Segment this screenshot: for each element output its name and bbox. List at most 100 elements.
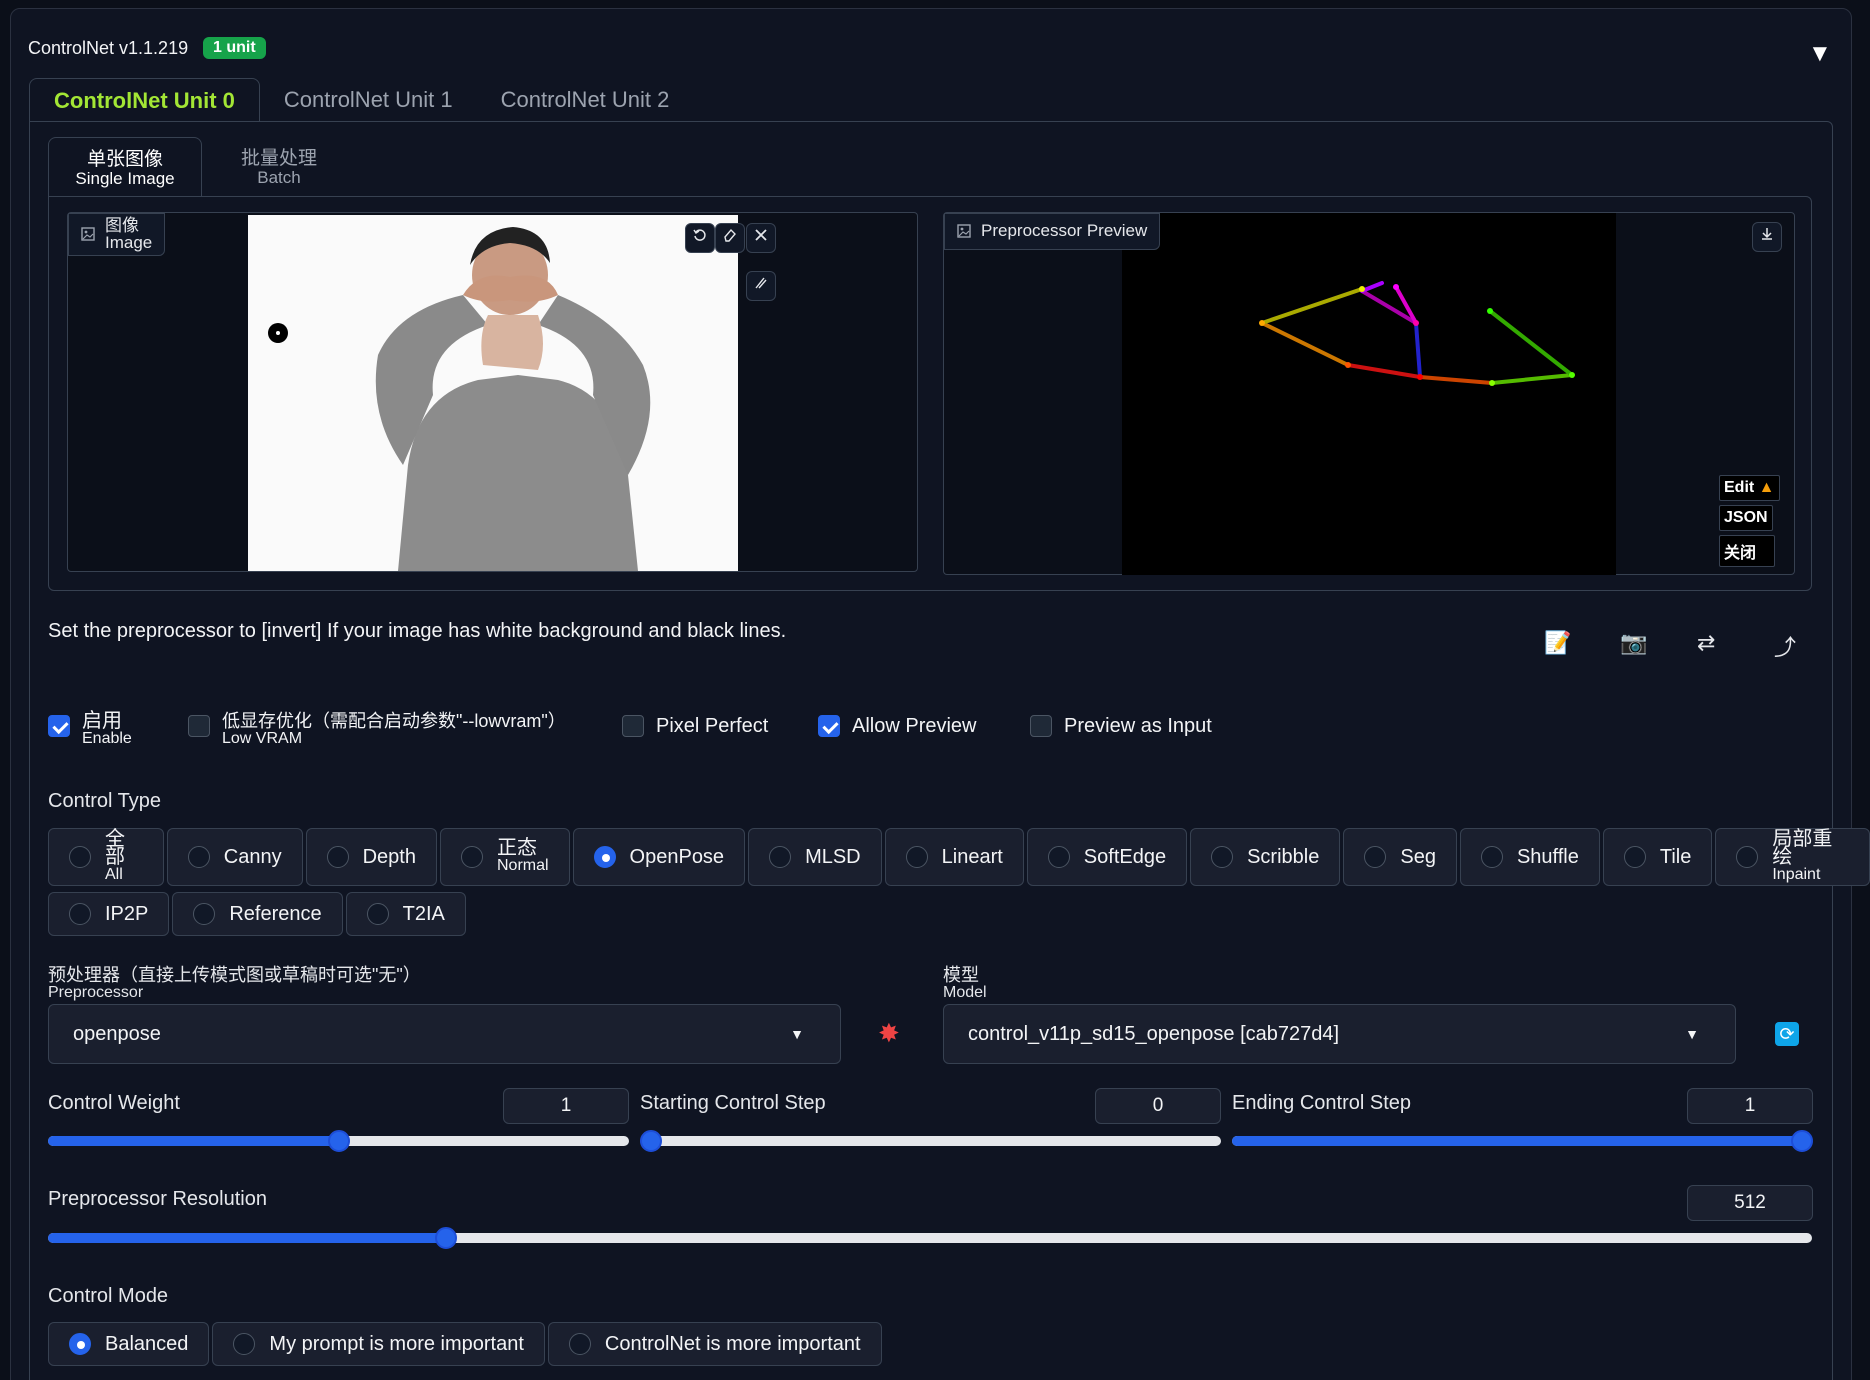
slider-thumb[interactable] bbox=[640, 1130, 662, 1152]
tab-batch[interactable]: 批量处理 Batch bbox=[202, 137, 356, 197]
radio-label: SoftEdge bbox=[1083, 845, 1167, 868]
preprocessor-resolution-slider[interactable] bbox=[48, 1227, 1812, 1249]
radio-label: My prompt is more important bbox=[269, 1332, 524, 1355]
label-zh: 预处理器（直接上传模式图或草稿时可选"无"） bbox=[48, 965, 421, 985]
control-type-tile[interactable]: Tile bbox=[1602, 828, 1713, 886]
tab-unit-0[interactable]: ControlNet Unit 0 bbox=[29, 78, 260, 122]
starting-step-input[interactable]: 0 bbox=[1095, 1088, 1221, 1124]
radio-dot bbox=[69, 903, 91, 925]
control-type-mlsd[interactable]: MLSD bbox=[748, 828, 882, 886]
control-mode-balanced[interactable]: Balanced bbox=[48, 1322, 210, 1366]
checkbox-box bbox=[818, 715, 840, 737]
tab-unit-2[interactable]: ControlNet Unit 2 bbox=[477, 78, 694, 122]
label-zh: 启用 bbox=[82, 710, 122, 732]
tab-label-en: Single Image bbox=[75, 169, 175, 188]
radio-dot bbox=[905, 846, 928, 868]
enable-checkbox[interactable]: 启用 Enable bbox=[48, 710, 132, 748]
model-label: 模型 Model bbox=[943, 966, 987, 1002]
control-type-reference[interactable]: Reference bbox=[172, 892, 343, 936]
radio-dot bbox=[366, 903, 389, 925]
rotate-icon[interactable] bbox=[685, 223, 715, 253]
edit-button[interactable]: Edit ▲ bbox=[1719, 475, 1780, 501]
control-type-softedge[interactable]: SoftEdge bbox=[1026, 828, 1188, 886]
checkbox-label: Preview as Input bbox=[1064, 715, 1212, 737]
control-weight-input[interactable]: 1 bbox=[503, 1088, 629, 1124]
refresh-models-icon[interactable]: ⟳ bbox=[1775, 1022, 1799, 1046]
control-mode-controlnet[interactable]: ControlNet is more important bbox=[547, 1322, 882, 1366]
radio-dot-selected bbox=[69, 1333, 91, 1355]
checkbox-box bbox=[1030, 715, 1052, 737]
radio-label: Lineart bbox=[941, 845, 1003, 868]
model-dropdown[interactable]: control_v11p_sd15_openpose [cab727d4] ▼ bbox=[943, 1004, 1736, 1064]
starting-step-label: Starting Control Step bbox=[640, 1092, 826, 1114]
starting-step-slider[interactable] bbox=[640, 1130, 1221, 1152]
control-type-canny[interactable]: Canny bbox=[166, 828, 303, 886]
radio-label: MLSD bbox=[805, 845, 861, 868]
tab-single-image[interactable]: 单张图像 Single Image bbox=[48, 137, 202, 197]
eraser-icon[interactable] bbox=[715, 223, 745, 253]
input-image-box[interactable]: 图像 Image bbox=[67, 212, 918, 572]
control-type-row-2: IP2P Reference T2IA bbox=[48, 892, 466, 936]
control-type-depth[interactable]: Depth bbox=[305, 828, 437, 886]
close-icon[interactable] bbox=[746, 223, 776, 253]
radio-label: T2IA bbox=[402, 902, 445, 925]
download-icon[interactable] bbox=[1752, 222, 1782, 252]
collapse-caret-icon[interactable]: ▼ bbox=[1808, 40, 1832, 68]
control-type-t2ia[interactable]: T2IA bbox=[345, 892, 466, 936]
slider-thumb[interactable] bbox=[327, 1130, 350, 1152]
control-weight-slider[interactable] bbox=[48, 1130, 629, 1152]
control-type-label: Control Type bbox=[48, 790, 162, 812]
radio-dot bbox=[69, 846, 91, 868]
tab-unit-1[interactable]: ControlNet Unit 1 bbox=[260, 78, 477, 122]
preprocessor-dropdown[interactable]: openpose ▼ bbox=[48, 1004, 841, 1064]
camera-icon[interactable]: 📷 bbox=[1620, 630, 1647, 656]
checkbox-box bbox=[622, 715, 644, 737]
label-en: Low VRAM bbox=[222, 730, 303, 747]
tab-label-zh: 单张图像 bbox=[86, 149, 163, 170]
control-type-normal[interactable]: 正态 Normal bbox=[439, 828, 570, 886]
slider-thumb[interactable] bbox=[1791, 1130, 1813, 1152]
invert-hint: Set the preprocessor to [invert] If your… bbox=[48, 620, 787, 642]
control-type-all[interactable]: 全部 All bbox=[48, 828, 164, 886]
control-type-lineart[interactable]: Lineart bbox=[884, 828, 1024, 886]
warning-icon: ▲ bbox=[1758, 479, 1775, 496]
control-type-openpose[interactable]: OpenPose bbox=[572, 828, 746, 886]
notepad-icon[interactable]: 📝 bbox=[1544, 630, 1571, 656]
run-preprocessor-icon[interactable]: ✸ bbox=[878, 1018, 900, 1049]
panel-title[interactable]: ControlNet v1.1.219 bbox=[28, 38, 188, 59]
ending-step-input[interactable]: 1 bbox=[1687, 1088, 1813, 1124]
control-mode-row: Balanced My prompt is more important Con… bbox=[48, 1322, 882, 1366]
pixel-perfect-checkbox[interactable]: Pixel Perfect bbox=[622, 712, 768, 740]
json-button[interactable]: JSON bbox=[1719, 505, 1773, 531]
radio-dot bbox=[1736, 846, 1759, 868]
preprocessor-resolution-input[interactable]: 512 bbox=[1687, 1185, 1813, 1221]
radio-dot bbox=[187, 846, 210, 868]
label-en: Enable bbox=[82, 730, 132, 747]
allow-preview-checkbox[interactable]: Allow Preview bbox=[818, 712, 976, 740]
label-en: Model bbox=[943, 984, 987, 1001]
radio-dot bbox=[460, 846, 483, 868]
label-en: Normal bbox=[496, 857, 549, 874]
preview-as-input-checkbox[interactable]: Preview as Input bbox=[1030, 712, 1212, 740]
ending-step-label: Ending Control Step bbox=[1232, 1092, 1412, 1114]
preview-box-label: Preprocessor Preview bbox=[944, 213, 1161, 250]
control-mode-prompt[interactable]: My prompt is more important bbox=[212, 1322, 545, 1366]
preprocessor-resolution-label: Preprocessor Resolution bbox=[48, 1188, 267, 1210]
radio-label: IP2P bbox=[105, 902, 149, 925]
ending-step-slider[interactable] bbox=[1232, 1130, 1813, 1152]
send-dimensions-icon[interactable]: ⤴ bbox=[1774, 630, 1796, 662]
control-type-shuffle[interactable]: Shuffle bbox=[1459, 828, 1600, 886]
brush-icon[interactable] bbox=[746, 271, 776, 301]
control-type-seg[interactable]: Seg bbox=[1343, 828, 1457, 886]
control-weight-label: Control Weight bbox=[48, 1092, 180, 1114]
tab-label-en: Batch bbox=[257, 168, 301, 187]
swap-icon[interactable]: ⇄ bbox=[1697, 630, 1715, 656]
control-type-ip2p[interactable]: IP2P bbox=[48, 892, 170, 936]
radio-label: OpenPose bbox=[629, 845, 725, 868]
radio-label: Reference bbox=[229, 902, 322, 925]
control-type-scribble[interactable]: Scribble bbox=[1190, 828, 1341, 886]
close-preview-button[interactable]: 关闭 bbox=[1719, 535, 1776, 567]
control-type-inpaint[interactable]: 局部重绘 Inpaint bbox=[1715, 828, 1870, 886]
image-icon bbox=[957, 224, 971, 238]
low-vram-checkbox[interactable]: 低显存优化（需配合启动参数"--lowvram"） Low VRAM bbox=[188, 712, 566, 748]
